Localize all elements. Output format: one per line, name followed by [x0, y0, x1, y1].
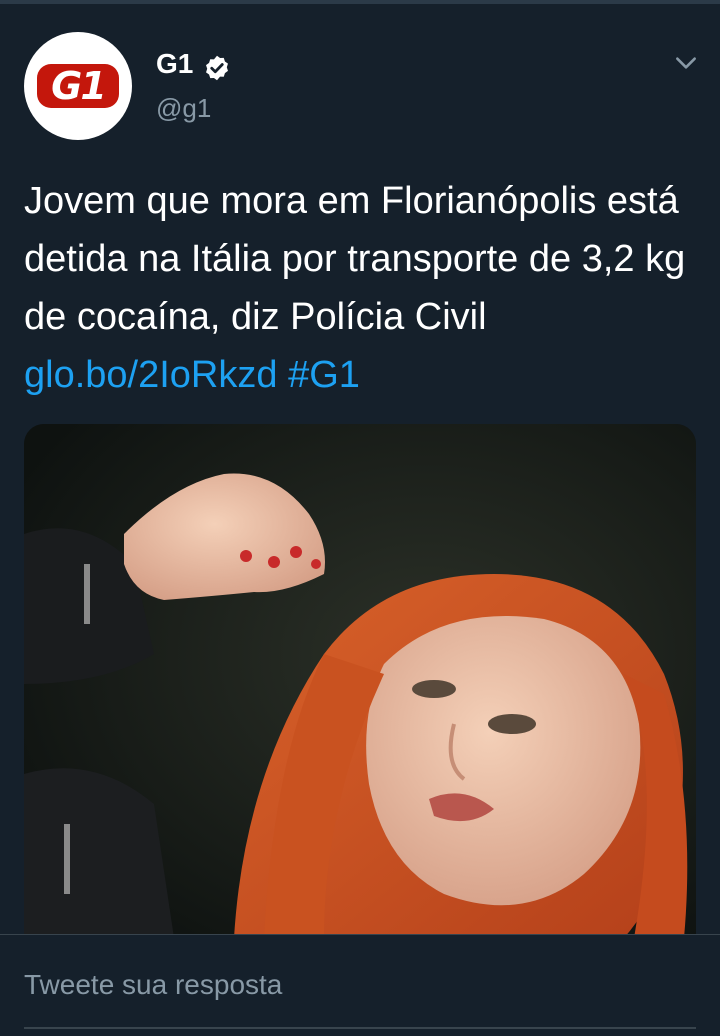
avatar[interactable]: G1	[24, 32, 132, 140]
account-name[interactable]: G1	[156, 48, 193, 80]
tweet-body: Jovem que mora em Florianópolis está det…	[24, 180, 686, 338]
tweet-card[interactable]: G1 G1 @g1 Jovem que mora em Florianópoli…	[0, 4, 720, 938]
verified-badge-icon	[206, 55, 228, 81]
reply-input[interactable]: Tweete sua resposta	[24, 969, 282, 1001]
chevron-down-icon[interactable]	[673, 50, 699, 76]
reply-underline	[24, 1027, 696, 1029]
tweet-photo[interactable]	[24, 424, 696, 938]
reply-bar: Tweete sua resposta	[0, 934, 720, 1036]
tweet-hashtag[interactable]: #G1	[288, 354, 360, 396]
photo-illustration	[24, 424, 696, 938]
g1-logo: G1	[37, 64, 119, 108]
tweet-link[interactable]: glo.bo/2IoRkzd	[24, 354, 278, 396]
logo-text: G1	[51, 64, 107, 108]
account-handle[interactable]: @g1	[156, 93, 211, 124]
tweet-text: Jovem que mora em Florianópolis está det…	[24, 172, 708, 404]
